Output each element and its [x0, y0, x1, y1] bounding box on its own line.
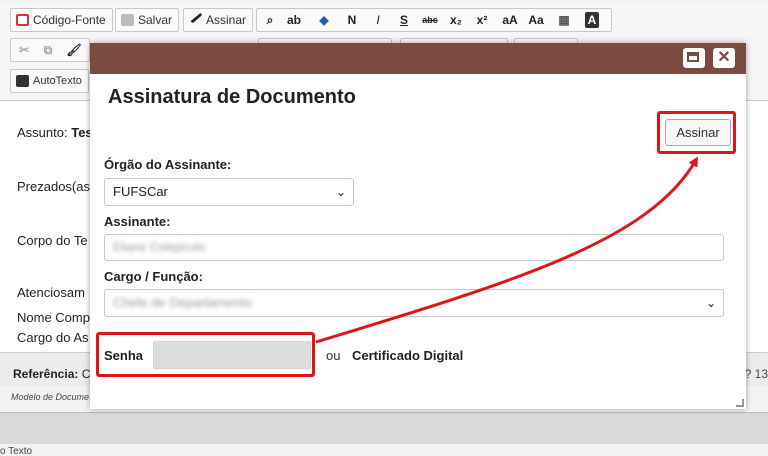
or-text: ou — [326, 348, 341, 363]
superscript-icon[interactable]: x² — [473, 12, 491, 28]
clipboard-toolbar: ✂ ⧉ 🖌 — [10, 38, 90, 62]
source-code-icon — [16, 14, 29, 26]
chevron-down-icon: ⌄ — [335, 185, 346, 199]
role-select[interactable]: Chefe de Departamento ⌄ — [104, 289, 724, 317]
body-line: Corpo do Te — [17, 233, 88, 248]
table-icon[interactable]: ▦ — [555, 12, 573, 28]
underline-icon[interactable]: S — [395, 12, 413, 28]
name-line: Nome Comp — [17, 310, 90, 325]
font-size-up-icon[interactable]: aA — [501, 12, 519, 28]
greeting-line: Prezados(as — [17, 179, 90, 194]
autotext-button[interactable]: AutoTexto — [10, 69, 89, 93]
floppy-icon — [121, 14, 134, 26]
signature-dialog: ✕ Assinatura de Documento Assinar Órgão … — [90, 43, 746, 409]
strikethrough-icon[interactable]: abc — [421, 12, 439, 28]
editor-toolbar-row-1: Código-Fonte Salvar Assinar ⌕ ab ◆ N I S… — [0, 3, 768, 37]
sign-toolbar-button[interactable]: Assinar — [183, 8, 254, 32]
subject-line: Assunto: Tes — [17, 125, 93, 140]
replace-icon[interactable]: ab — [285, 12, 303, 28]
dialog-title: Assinatura de Documento — [108, 86, 356, 108]
editor-footer — [0, 412, 768, 444]
close-button[interactable]: ✕ — [713, 48, 735, 68]
formatting-toolbar: ⌕ ab ◆ N I S abc x₂ x² aA Aa ▦ A — [256, 8, 612, 32]
save-button[interactable]: Salvar — [115, 8, 180, 32]
subscript-icon[interactable]: x₂ — [447, 12, 465, 28]
closing-line: Atenciosam — [17, 285, 85, 300]
dialog-header: ✕ — [90, 43, 746, 74]
italic-icon[interactable]: I — [369, 12, 387, 28]
source-code-button[interactable]: Código-Fonte — [10, 8, 113, 32]
font-size-down-icon[interactable]: Aa — [527, 12, 545, 28]
autotext-icon — [16, 75, 29, 87]
password-label: Senha — [104, 348, 144, 363]
maximize-button[interactable] — [683, 48, 705, 68]
bold-icon[interactable]: N — [343, 12, 361, 28]
reference-line: Referência: C — [13, 367, 91, 381]
paste-format-icon[interactable]: 🖌 — [65, 42, 83, 58]
sign-button[interactable]: Assinar — [665, 119, 731, 146]
find-icon[interactable]: ⌕ — [261, 12, 279, 28]
chevron-down-icon: ⌄ — [705, 296, 716, 310]
cut-icon[interactable]: ✂ — [15, 42, 33, 58]
resize-handle[interactable] — [736, 399, 744, 407]
role-label: Cargo / Função: — [104, 269, 203, 284]
org-label: Órgão do Assinante: — [104, 157, 232, 172]
pen-icon — [188, 10, 203, 24]
password-input[interactable] — [153, 341, 311, 369]
text-color-icon[interactable]: A — [585, 12, 599, 28]
model-text: Modelo de Docume — [11, 392, 90, 402]
reference-right: ? 13 — [744, 367, 768, 381]
bottom-text: o Texto — [0, 446, 33, 456]
eraser-icon[interactable]: ◆ — [315, 12, 333, 28]
org-select[interactable]: FUFSCar ⌄ — [104, 178, 354, 206]
signer-field[interactable]: Eliane Colepicolo — [104, 234, 724, 261]
certificate-option[interactable]: Certificado Digital — [352, 348, 463, 363]
role-line: Cargo do As — [17, 330, 89, 345]
copy-icon[interactable]: ⧉ — [39, 42, 57, 58]
signer-label: Assinante: — [104, 214, 171, 229]
